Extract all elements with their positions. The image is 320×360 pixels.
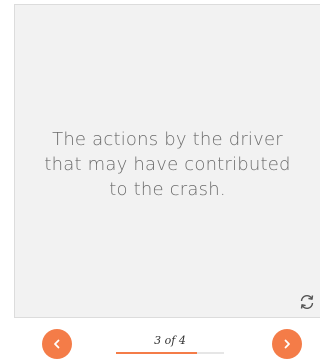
previous-card-button[interactable] (42, 329, 72, 359)
flashcard-viewer: The actions by the driver that may have … (0, 0, 320, 360)
chevron-right-icon (284, 339, 290, 349)
flip-card-icon[interactable] (298, 293, 316, 311)
flashcard[interactable]: The actions by the driver that may have … (14, 4, 320, 318)
next-card-button[interactable] (272, 329, 302, 359)
progress-fill (116, 352, 197, 354)
chevron-left-icon (54, 339, 60, 349)
card-text: The actions by the driver that may have … (44, 129, 291, 200)
card-counter: 3 of 4 (154, 334, 186, 347)
progress-bar (116, 352, 224, 354)
